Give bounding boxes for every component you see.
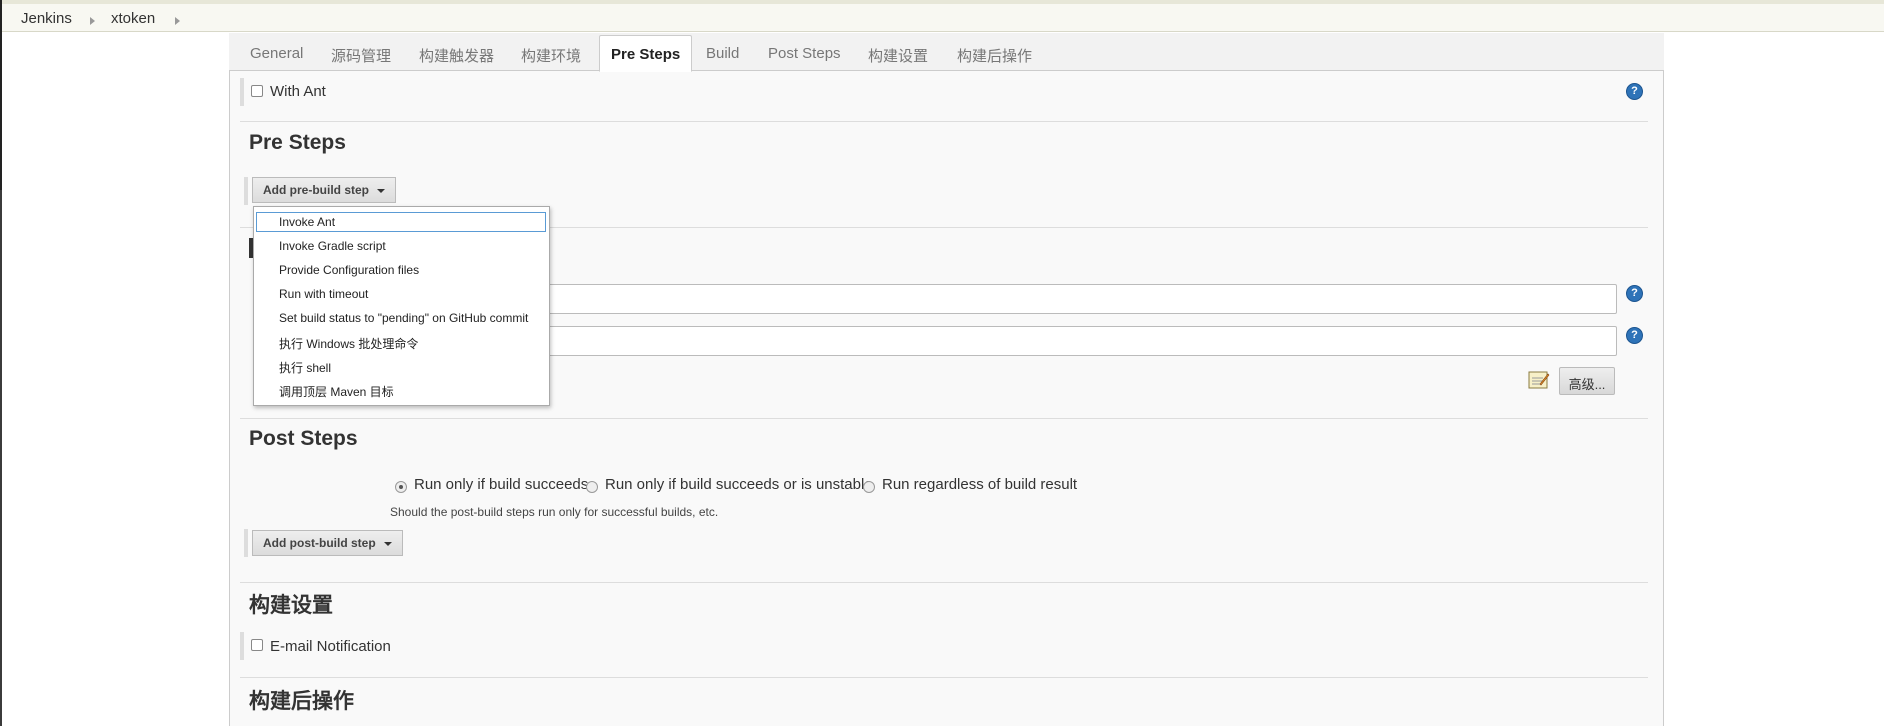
- tab-scm[interactable]: 源码管理: [331, 45, 391, 66]
- with-ant-checkbox[interactable]: [251, 85, 263, 97]
- post-steps-hint: Should the post-build steps run only for…: [390, 505, 719, 519]
- tab-general[interactable]: General: [250, 45, 303, 62]
- notepad-icon[interactable]: [1528, 370, 1550, 390]
- divider: [240, 121, 1648, 122]
- menu-item-execute-shell[interactable]: 执行 shell: [256, 356, 546, 376]
- row-indicator: [240, 78, 244, 106]
- radio-label-succeeds: Run only if build succeeds: [414, 476, 589, 493]
- radio-run-if-unstable[interactable]: [586, 481, 598, 493]
- tab-triggers[interactable]: 构建触发器: [419, 45, 494, 66]
- caret-down-icon: [377, 188, 385, 193]
- post-build-title: 构建后操作: [249, 690, 354, 713]
- tab-post-build[interactable]: 构建后操作: [957, 45, 1032, 66]
- caret-down-icon: [383, 541, 392, 546]
- radio-run-regardless[interactable]: [863, 481, 875, 493]
- breadcrumb-jenkins[interactable]: Jenkins: [21, 10, 72, 27]
- row-indicator: [240, 632, 244, 660]
- tab-pre-steps[interactable]: Pre Steps: [599, 35, 693, 72]
- add-post-build-step-label: Add post-build step: [263, 536, 376, 550]
- pre-steps-title: Pre Steps: [249, 131, 346, 154]
- email-notification-checkbox[interactable]: [251, 639, 263, 651]
- help-icon[interactable]: ?: [1626, 83, 1643, 100]
- breadcrumb-chevron-icon[interactable]: [90, 17, 95, 25]
- advanced-button[interactable]: 高级...: [1559, 367, 1615, 395]
- menu-item-provide-config-files[interactable]: Provide Configuration files: [256, 260, 546, 280]
- post-steps-title: Post Steps: [249, 427, 358, 450]
- build-text-field-2[interactable]: [540, 326, 1617, 356]
- with-ant-label: With Ant: [270, 83, 326, 100]
- menu-item-maven-targets[interactable]: 调用顶层 Maven 目标: [256, 380, 546, 400]
- radio-run-if-succeeds[interactable]: [395, 481, 407, 493]
- add-pre-build-step-label: Add pre-build step: [263, 183, 369, 197]
- divider: [240, 582, 1648, 583]
- breadcrumb-xtoken[interactable]: xtoken: [111, 10, 155, 27]
- build-settings-title: 构建设置: [249, 594, 333, 617]
- build-text-field-1[interactable]: [540, 284, 1617, 314]
- help-icon[interactable]: ?: [1626, 327, 1643, 344]
- tab-build-env[interactable]: 构建环境: [521, 45, 581, 66]
- menu-item-set-github-status[interactable]: Set build status to "pending" on GitHub …: [256, 308, 546, 328]
- menu-item-windows-batch[interactable]: 执行 Windows 批处理命令: [256, 332, 546, 352]
- divider: [240, 677, 1648, 678]
- add-pre-build-step-button[interactable]: Add pre-build step: [252, 177, 396, 203]
- help-icon[interactable]: ?: [1626, 285, 1643, 302]
- radio-label-unstable: Run only if build succeeds or is unstabl…: [605, 476, 873, 493]
- add-post-build-step-button[interactable]: Add post-build step: [252, 530, 403, 556]
- divider: [240, 418, 1648, 419]
- config-tabbar: General 源码管理 构建触发器 构建环境 Pre Steps Build …: [229, 33, 1664, 72]
- menu-item-invoke-gradle[interactable]: Invoke Gradle script: [256, 236, 546, 256]
- tab-build-settings[interactable]: 构建设置: [868, 45, 928, 66]
- menu-item-invoke-ant[interactable]: Invoke Ant: [256, 212, 546, 232]
- breadcrumb-chevron-icon[interactable]: [175, 17, 180, 25]
- radio-label-regardless: Run regardless of build result: [882, 476, 1078, 493]
- breadcrumb: Jenkins xtoken: [2, 0, 1884, 32]
- row-indicator: [244, 177, 248, 205]
- pre-build-step-menu: Invoke Ant Invoke Gradle script Provide …: [253, 206, 550, 406]
- row-indicator: [244, 529, 248, 557]
- tab-build[interactable]: Build: [706, 45, 739, 62]
- menu-item-run-with-timeout[interactable]: Run with timeout: [256, 284, 546, 304]
- tab-post-steps[interactable]: Post Steps: [768, 45, 841, 62]
- email-notification-label: E-mail Notification: [270, 638, 391, 655]
